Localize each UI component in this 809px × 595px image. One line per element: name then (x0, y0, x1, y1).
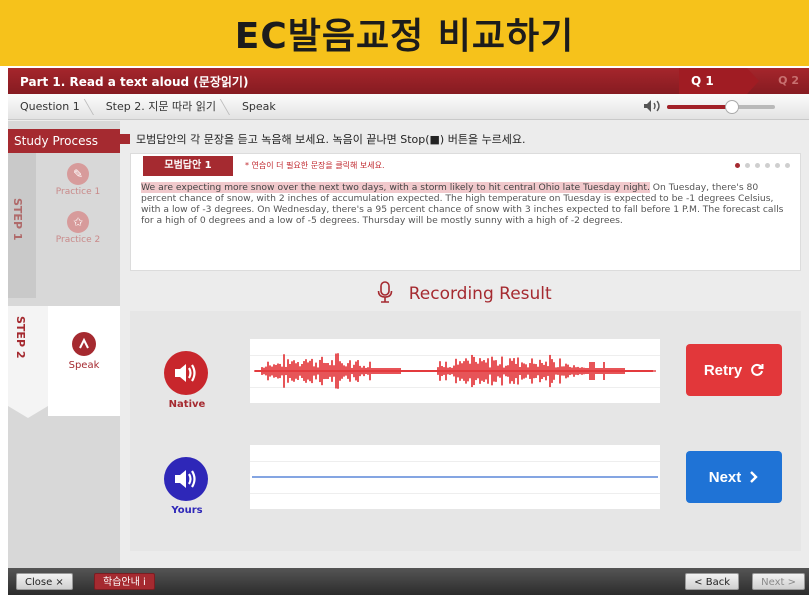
volume-slider[interactable] (667, 100, 775, 114)
tab-q1[interactable]: Q 1 (679, 68, 759, 94)
footer-next-button[interactable]: Next > (752, 573, 805, 590)
retry-button[interactable]: Retry (686, 344, 782, 396)
model-answer-panel: 모범답안 1 * 연습이 더 필요한 문장을 클릭해 보세요. We are e… (130, 153, 801, 271)
breadcrumb: Question 1 Step 2. 지문 따라 읽기 Speak (8, 94, 809, 120)
banner-title: EC발음교정 비교하기 (234, 16, 575, 57)
native-label: Native (168, 399, 206, 410)
instruction-text: 모범답안의 각 문장을 듣고 녹음해 보세요. 녹음이 끝나면 Stop(■) … (136, 133, 526, 146)
titlebar: Part 1. Read a text aloud (문장읽기) Q 1 Q 2 (8, 68, 809, 94)
step2-label: STEP 2 (14, 316, 27, 359)
chevron-right-icon (750, 471, 758, 483)
model-answer-text: We are expecting more snow over the next… (141, 182, 791, 226)
pagination-dot[interactable] (775, 163, 780, 168)
question-tabs: Q 1 Q 2 (679, 68, 809, 94)
native-waveform[interactable] (250, 339, 660, 403)
practice2-label: Practice 2 (55, 235, 101, 245)
speak-icon (72, 332, 96, 356)
yours-waveform-graph (252, 476, 658, 478)
banner: EC발음교정 비교하기 (0, 0, 809, 66)
titlebar-title: Part 1. Read a text aloud (문장읽기) (20, 74, 249, 89)
highlighted-sentence[interactable]: We are expecting more snow over the next… (141, 182, 650, 193)
step1-column[interactable]: STEP 1 (8, 153, 36, 298)
volume-knob[interactable] (724, 100, 739, 114)
practice1-icon: ✎ (67, 163, 89, 185)
model-answer-tab[interactable]: 모범답안 1 (143, 156, 233, 176)
back-button[interactable]: < Back (685, 573, 739, 590)
footer-bar: Close × 학습안내 i < Back Next > (8, 568, 809, 595)
next-button[interactable]: Next (686, 451, 782, 503)
step2-arrow (8, 406, 48, 418)
pagination-dots[interactable] (735, 163, 790, 168)
instruction-bullet-icon (120, 134, 130, 144)
breadcrumb-speak: Speak (241, 99, 276, 113)
yours-label: Yours (171, 505, 203, 516)
pagination-dot[interactable] (765, 163, 770, 168)
practice2-icon: ✩ (67, 211, 89, 233)
native-speaker-icon (175, 364, 196, 382)
breadcrumb-question[interactable]: Question 1 (8, 94, 94, 120)
recording-result-label: Recording Result (408, 284, 552, 304)
model-answer-note: * 연습이 더 필요한 문장을 클릭해 보세요. (245, 161, 385, 170)
pagination-dot[interactable] (735, 163, 740, 168)
native-speaker-button[interactable] (164, 351, 208, 395)
refresh-icon (751, 363, 764, 376)
recording-result-title: Recording Result (120, 281, 809, 308)
app-window: Part 1. Read a text aloud (문장읽기) Q 1 Q 2… (8, 68, 809, 595)
instruction: 모범답안의 각 문장을 듣고 녹음해 보세요. 녹음이 끝나면 Stop(■) … (120, 131, 526, 147)
yours-speaker-button[interactable] (164, 457, 208, 501)
study-process-sidebar: Study Process STEP 1 ✎ Practice 1 ✩ Prac… (8, 121, 120, 568)
sidebar-header: Study Process (8, 129, 120, 153)
yours-speaker-icon (175, 470, 196, 488)
step2-column[interactable]: STEP 2 (8, 306, 48, 406)
breadcrumb-step[interactable]: Step 2. 지문 따라 읽기 (94, 94, 230, 120)
yours-waveform[interactable] (250, 445, 660, 509)
pagination-dot[interactable] (785, 163, 790, 168)
study-guide-button[interactable]: 학습안내 i (94, 573, 155, 590)
tab-q2[interactable]: Q 2 (778, 68, 799, 94)
next-label: Next (708, 468, 742, 486)
microphone-icon (377, 281, 393, 308)
close-button[interactable]: Close × (16, 573, 73, 590)
main-content: 모범답안의 각 문장을 듣고 녹음해 보세요. 녹음이 끝나면 Stop(■) … (120, 121, 809, 568)
sidebar-item-practice1[interactable]: ✎ Practice 1 (42, 163, 114, 197)
pagination-dot[interactable] (755, 163, 760, 168)
practice1-label: Practice 1 (55, 187, 101, 197)
sidebar-item-practice2[interactable]: ✩ Practice 2 (42, 211, 114, 245)
sidebar-item-speak[interactable]: Speak (48, 306, 120, 416)
speak-label: Speak (68, 360, 100, 371)
native-waveform-graph (254, 353, 656, 389)
retry-label: Retry (703, 361, 743, 379)
speaker-volume-icon (643, 99, 663, 116)
recording-result-panel: Native Yours Retry Next (130, 311, 801, 551)
step1-label: STEP 1 (11, 198, 24, 241)
volume-control[interactable] (643, 98, 783, 116)
volume-fill (667, 105, 732, 109)
pagination-dot[interactable] (745, 163, 750, 168)
